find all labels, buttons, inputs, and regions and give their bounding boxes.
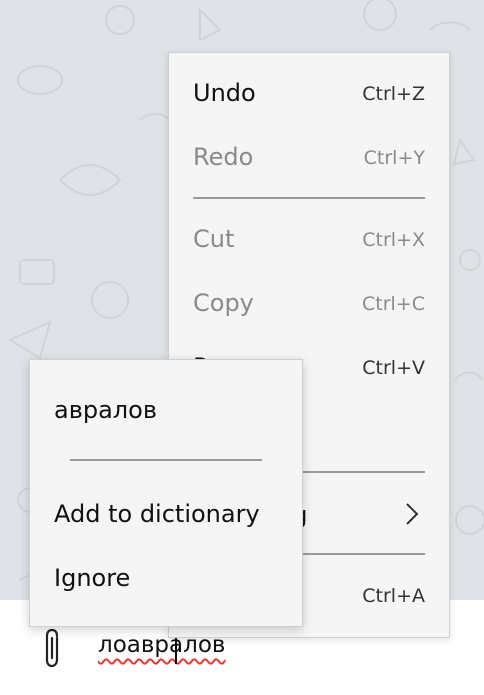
spell-suggestion[interactable]: авралов xyxy=(54,396,157,424)
menu-item-shortcut: Ctrl+Y xyxy=(363,147,425,169)
menu-separator xyxy=(193,197,425,199)
ignore-button[interactable]: Ignore xyxy=(54,564,130,592)
menu-item-shortcut: Ctrl+X xyxy=(362,229,425,251)
menu-item-label: Cut xyxy=(193,225,235,253)
menu-item-shortcut: Ctrl+A xyxy=(362,585,425,607)
menu-item-copy[interactable]: Copy Ctrl+C xyxy=(169,279,449,327)
menu-item-label: Redo xyxy=(193,143,254,171)
menu-item-shortcut: Ctrl+C xyxy=(362,293,425,315)
spell-check-menu: авралов Add to dictionary Ignore xyxy=(29,359,303,627)
menu-item-shortcut: Ctrl+Z xyxy=(362,83,425,105)
text-caret xyxy=(175,636,177,664)
menu-separator xyxy=(70,459,262,461)
menu-item-undo[interactable]: Undo Ctrl+Z xyxy=(169,69,449,117)
menu-item-redo[interactable]: Redo Ctrl+Y xyxy=(169,133,449,181)
add-to-dictionary-button[interactable]: Add to dictionary xyxy=(54,500,260,528)
menu-item-cut[interactable]: Cut Ctrl+X xyxy=(169,215,449,263)
menu-item-shortcut: Ctrl+V xyxy=(362,357,425,379)
menu-item-label: Copy xyxy=(193,289,254,317)
chevron-right-icon xyxy=(406,503,419,525)
menu-item-label: Undo xyxy=(193,79,256,107)
paperclip-icon[interactable] xyxy=(40,626,64,670)
